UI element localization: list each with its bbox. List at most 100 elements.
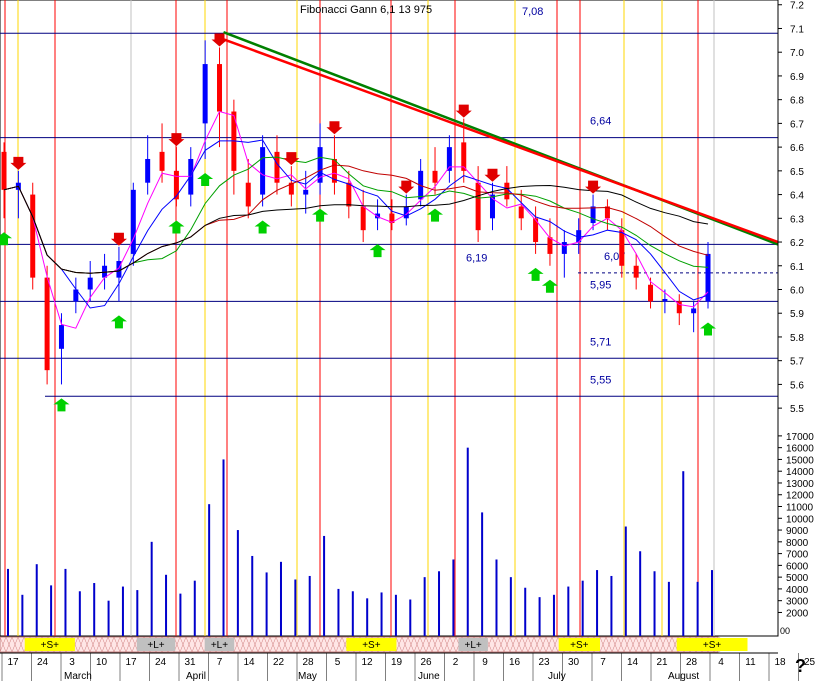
volume-tick-label-8: 9000 bbox=[786, 526, 809, 537]
volume-bar-11 bbox=[165, 574, 168, 636]
price-tick-label-5: 6.7 bbox=[790, 119, 804, 130]
candle-body-10 bbox=[145, 158, 151, 183]
volume-tick-label-5: 12000 bbox=[786, 491, 814, 502]
price-tick-label-8: 6.4 bbox=[790, 191, 804, 202]
volume-bar-43 bbox=[624, 526, 627, 636]
candle-body-33 bbox=[475, 182, 481, 231]
volume-bar-41 bbox=[596, 570, 599, 636]
price-tick-label-12: 6.0 bbox=[790, 285, 804, 296]
volume-bar-49 bbox=[711, 570, 713, 636]
day-label-11: 5 bbox=[335, 657, 341, 668]
volume-bar-33 bbox=[481, 512, 484, 636]
candle-body-17 bbox=[245, 182, 251, 207]
volume-bar-27 bbox=[394, 594, 397, 636]
price-tick-label-10: 6.2 bbox=[790, 238, 804, 249]
candle-body-11 bbox=[159, 151, 165, 171]
volume-bar-21 bbox=[308, 575, 311, 636]
volume-tick-label-10: 7000 bbox=[786, 550, 809, 561]
volume-bar-3 bbox=[50, 585, 53, 636]
volume-tick-label-11: 6000 bbox=[786, 561, 809, 572]
candle-body-4 bbox=[58, 325, 64, 349]
candle-body-36 bbox=[518, 206, 524, 219]
volume-bar-47 bbox=[682, 471, 685, 636]
candle-body-30 bbox=[432, 170, 438, 183]
price-tick-label-17: 5.5 bbox=[790, 404, 804, 415]
day-label-20: 7 bbox=[600, 657, 606, 668]
price-tick-label-2: 7.0 bbox=[790, 48, 804, 59]
day-label-1: 24 bbox=[37, 657, 49, 668]
volume-tick-label-0: 17000 bbox=[786, 432, 814, 443]
candle-body-24 bbox=[346, 182, 352, 207]
volume-bar-26 bbox=[380, 592, 383, 636]
volume-bar-29 bbox=[423, 577, 426, 636]
candle-body-35 bbox=[504, 182, 510, 200]
signal-label-3: +S+ bbox=[362, 640, 381, 651]
help-icon[interactable]: ? bbox=[795, 656, 806, 677]
signal-label-4: +L+ bbox=[465, 640, 482, 651]
day-label-12: 12 bbox=[361, 657, 373, 668]
volume-bar-7 bbox=[107, 600, 110, 636]
volume-bar-35 bbox=[509, 577, 512, 636]
stock-chart: 7,08 6,64 6,19 6,07 5,95 5,71 5,55 7.2 7.1 7.0 6.… bbox=[0, 0, 825, 682]
volume-bar-25 bbox=[366, 598, 369, 636]
candle-body-45 bbox=[648, 284, 654, 302]
day-label-23: 28 bbox=[686, 657, 698, 668]
level-label-5: 5,71 bbox=[590, 336, 611, 348]
signal-label-5: +S+ bbox=[570, 640, 589, 651]
candle-body-25 bbox=[360, 206, 366, 231]
day-label-25: 11 bbox=[745, 657, 756, 668]
volume-bar-23 bbox=[337, 588, 340, 636]
price-tick-label-3: 6.9 bbox=[790, 72, 804, 83]
volume-bar-38 bbox=[552, 594, 555, 636]
candle-body-3 bbox=[44, 277, 50, 371]
volume-tick-label-6: 11000 bbox=[786, 503, 814, 514]
volume-bar-20 bbox=[294, 579, 297, 636]
candle-body-0 bbox=[1, 151, 7, 190]
candle-body-39 bbox=[561, 242, 567, 254]
candle-body-2 bbox=[30, 194, 36, 278]
price-tick-label-4: 6.8 bbox=[790, 96, 804, 107]
price-tick-label-14: 5.8 bbox=[790, 333, 804, 344]
volume-tick-label-7: 10000 bbox=[786, 514, 814, 525]
month-label-3: June bbox=[418, 671, 440, 681]
volume-tick-label-9: 8000 bbox=[786, 538, 809, 549]
signal-label-6: +S+ bbox=[703, 640, 722, 651]
volume-bar-36 bbox=[524, 587, 527, 636]
volume-bar-0 bbox=[7, 568, 9, 636]
day-label-16: 9 bbox=[482, 657, 488, 668]
volume-bar-44 bbox=[639, 551, 642, 636]
candle-body-9 bbox=[130, 189, 136, 254]
volume-bar-32 bbox=[466, 447, 469, 636]
volume-bar-31 bbox=[452, 559, 455, 636]
volume-bar-42 bbox=[610, 575, 613, 636]
day-label-14: 26 bbox=[420, 657, 432, 668]
candle-body-38 bbox=[547, 237, 553, 254]
volume-bar-13 bbox=[193, 580, 196, 636]
chart-title: Fibonacci Gann 6,1 13 975 bbox=[300, 4, 433, 16]
volume-bar-40 bbox=[581, 580, 584, 636]
day-label-26: 18 bbox=[774, 657, 786, 668]
day-label-0: 17 bbox=[7, 657, 19, 668]
volume-unit-label: 00 bbox=[780, 626, 790, 636]
level-label-0: 7,08 bbox=[522, 6, 543, 18]
volume-bar-30 bbox=[438, 571, 441, 636]
signal-label-1: +L+ bbox=[147, 640, 164, 651]
candle-body-21 bbox=[303, 189, 309, 195]
volume-bar-2 bbox=[35, 564, 38, 636]
volume-bar-24 bbox=[351, 591, 354, 636]
day-label-13: 19 bbox=[391, 657, 403, 668]
signal-label-0: +S+ bbox=[41, 640, 60, 651]
candle-body-15 bbox=[217, 64, 223, 112]
level-label-2: 6,19 bbox=[466, 252, 487, 264]
day-label-9: 22 bbox=[273, 657, 285, 668]
price-tick-label-7: 6.5 bbox=[790, 167, 804, 178]
volume-bar-22 bbox=[323, 535, 326, 636]
day-label-19: 30 bbox=[568, 657, 580, 668]
month-label-1: April bbox=[186, 671, 206, 681]
candle-body-48 bbox=[691, 308, 697, 314]
volume-bar-19 bbox=[279, 561, 282, 636]
volume-tick-label-13: 4000 bbox=[786, 585, 809, 596]
volume-tick-label-1: 16000 bbox=[786, 444, 814, 455]
month-label-0: March bbox=[64, 671, 92, 681]
signal-label-2: +L+ bbox=[211, 640, 228, 651]
